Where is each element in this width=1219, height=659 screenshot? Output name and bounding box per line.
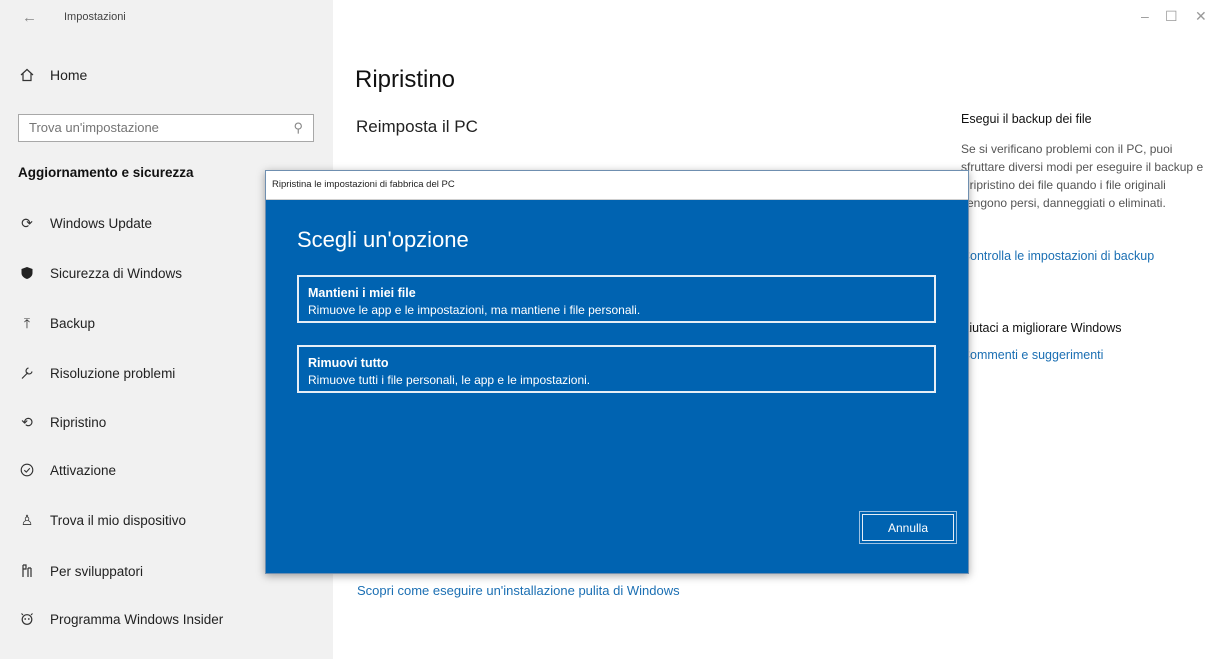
sidebar-item-label: Attivazione: [50, 462, 117, 478]
sidebar-item-windows-security[interactable]: Sicurezza di Windows: [18, 264, 182, 282]
nav-home[interactable]: Home: [18, 66, 87, 84]
search-input[interactable]: [29, 120, 279, 135]
backup-heading: Esegui il backup dei file: [961, 112, 1092, 126]
history-icon: ⟲: [21, 413, 33, 430]
minimize-button[interactable]: –: [1141, 8, 1149, 24]
sidebar-item-label: Per sviluppatori: [50, 563, 144, 579]
sidebar-item-windows-update[interactable]: ⟳ Windows Update: [18, 214, 152, 232]
remove-everything-option[interactable]: Rimuovi tutto Rimuove tutti i file perso…: [297, 345, 936, 393]
sidebar-item-label: Windows Update: [50, 215, 153, 231]
reset-pc-dialog: Ripristina le impostazioni di fabbrica d…: [265, 170, 969, 574]
sidebar-item-backup[interactable]: ⤒ Backup: [18, 314, 95, 332]
close-button[interactable]: ✕: [1195, 8, 1207, 25]
app-title: Impostazioni: [64, 11, 126, 23]
clean-install-link[interactable]: Scopri come eseguire un'installazione pu…: [357, 583, 680, 598]
cancel-button[interactable]: Annulla: [862, 514, 954, 541]
dialog-title: Ripristina le impostazioni di fabbrica d…: [272, 179, 455, 190]
person-pin-icon: ♙: [20, 511, 34, 528]
option-title: Mantieni i miei file: [308, 286, 416, 300]
sidebar-item-activation[interactable]: Attivazione: [18, 461, 116, 479]
dialog-heading: Scegli un'opzione: [297, 227, 469, 252]
wrench-icon: [18, 364, 36, 382]
shield-icon: [18, 264, 36, 282]
sidebar-item-label: Sicurezza di Windows: [50, 265, 183, 281]
maximize-button[interactable]: ☐: [1165, 8, 1178, 25]
sidebar-item-find-my-device[interactable]: ♙ Trova il mio dispositivo: [18, 511, 186, 529]
window-titlebar: ← Impostazioni: [0, 0, 333, 36]
sidebar-item-label: Trova il mio dispositivo: [50, 512, 187, 528]
sidebar-item-insider[interactable]: Programma Windows Insider: [18, 610, 223, 628]
option-description: Rimuove tutti i file personali, le app e…: [308, 373, 591, 387]
option-title: Rimuovi tutto: [308, 356, 389, 370]
backup-description: Se si verificano problemi con il PC, puo…: [961, 142, 1204, 210]
sidebar-item-label: Risoluzione problemi: [50, 365, 176, 381]
back-arrow-icon[interactable]: ←: [22, 9, 37, 26]
dialog-titlebar: Ripristina le impostazioni di fabbrica d…: [266, 171, 968, 200]
home-icon: [18, 66, 36, 84]
keep-files-option[interactable]: Mantieni i miei file Rimuove le app e le…: [297, 275, 936, 323]
sidebar-item-troubleshoot[interactable]: Risoluzione problemi: [18, 364, 175, 382]
backup-settings-link[interactable]: Controlla le impostazioni di backup: [961, 249, 1154, 263]
feedback-link[interactable]: Commenti e suggerimenti: [961, 348, 1103, 362]
improve-windows-heading: Aiutaci a migliorare Windows: [961, 321, 1122, 335]
search-box[interactable]: ⚲: [18, 114, 314, 142]
sync-icon: ⟳: [21, 214, 33, 231]
backup-arrow-icon: ⤒: [23, 314, 31, 331]
search-icon: ⚲: [293, 120, 303, 135]
developer-tools-icon: [18, 562, 36, 580]
page-title: Ripristino: [355, 66, 456, 93]
sidebar-item-label: Ripristino: [50, 414, 107, 430]
check-circle-icon: [18, 461, 36, 479]
sidebar-item-label: Programma Windows Insider: [50, 611, 224, 627]
sidebar-item-label: Backup: [50, 315, 96, 331]
sidebar-item-developers[interactable]: Per sviluppatori: [18, 562, 143, 580]
section-title: Aggiornamento e sicurezza: [18, 165, 194, 180]
insider-icon: [18, 610, 36, 628]
section-subtitle: Reimposta il PC: [356, 117, 478, 136]
option-description: Rimuove le app e le impostazioni, ma man…: [308, 303, 641, 317]
home-label: Home: [50, 67, 88, 83]
sidebar-item-recovery[interactable]: ⟲ Ripristino: [18, 413, 106, 431]
